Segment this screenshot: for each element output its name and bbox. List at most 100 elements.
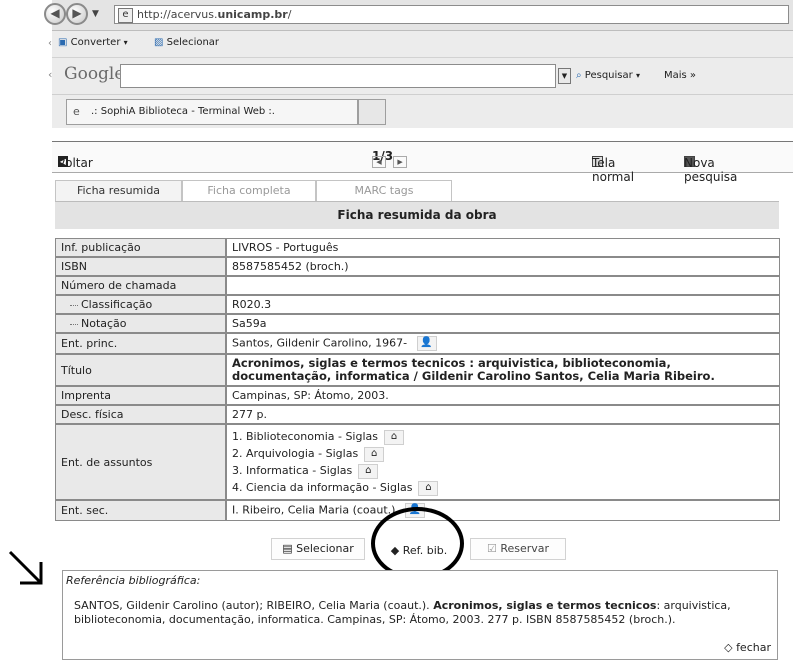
nova-pesquisa-label: Nova pesquisa (684, 156, 738, 184)
list-item: 4. Ciencia da informação - Siglas ⌂ (232, 479, 774, 496)
row-label: Ent. princ. (55, 333, 226, 354)
table-row: Classificação R020.3 (55, 295, 780, 314)
browser-chrome: ◀ ▶ ▼ e http://acervus.unicamp.br/ ‹ ▣ C… (44, 0, 793, 128)
row-label: Notação (55, 314, 226, 333)
url-host: unicamp.br (217, 8, 288, 21)
checkbox-icon: ☑ (486, 542, 497, 555)
selecionar-toolbar-label: Selecionar (166, 37, 220, 48)
chevron-down-icon: ▾ (123, 38, 128, 47)
row-value: Sa59a (226, 314, 780, 333)
browser-tab-title: .: SophiA Biblioteca - Terminal Web :. (91, 106, 275, 117)
page-toolbar: ◀ voltar ◀ 1/3 ▶ Tela normal Nova pesqui… (52, 141, 793, 184)
selecionar-button-label: Selecionar (296, 542, 354, 555)
browser-tab-row: e .: SophiA Biblioteca - Terminal Web :. (52, 95, 793, 127)
selecionar-toolbar-button[interactable]: ▨ Selecionar (154, 37, 219, 48)
row-value: 277 p. (226, 405, 780, 424)
converter-icon: ▣ (58, 37, 68, 48)
annotation-arrow-icon (8, 550, 43, 585)
tree-connector (70, 323, 78, 325)
table-row: Título Acronimos, siglas e termos tecnic… (55, 354, 780, 386)
row-label: ISBN (55, 257, 226, 276)
row-label: Imprenta (55, 386, 226, 405)
tab-ficha-completa[interactable]: Ficha completa (182, 180, 316, 202)
row-label: Número de chamada (55, 276, 226, 295)
table-row: Desc. física 277 p. (55, 405, 780, 424)
selecionar-button[interactable]: ▤ Selecionar (271, 538, 365, 560)
ent-sec-link[interactable]: I. Ribeiro, Celia Maria (coaut.) (232, 504, 395, 517)
ie-page-icon: e (73, 105, 80, 118)
table-row: Imprenta Campinas, SP: Átomo, 2003. (55, 386, 780, 405)
table-row: Ent. de assuntos 1. Biblioteconomia - Si… (55, 424, 780, 500)
subject-link[interactable]: 3. Informatica - Siglas (232, 464, 352, 477)
subject-link[interactable]: 1. Biblioteconomia - Siglas (232, 430, 378, 443)
section-title: Ficha resumida da obra (55, 201, 779, 229)
row-value: 8587585452 (broch.) (226, 257, 780, 276)
subject-link[interactable]: 2. Arquivologia - Siglas (232, 447, 358, 460)
select-icon: ▤ (282, 542, 293, 555)
subject-link[interactable]: 4. Ciencia da informação - Siglas (232, 481, 412, 494)
select-icon: ▨ (154, 37, 164, 48)
mais-button[interactable]: Mais » (664, 70, 696, 81)
row-value: R020.3 (226, 295, 780, 314)
list-item: 1. Biblioteconomia - Siglas ⌂ (232, 428, 774, 445)
row-label: Classificação (55, 295, 226, 314)
tab-ficha-resumida[interactable]: Ficha resumida (55, 180, 182, 202)
subject-search-icon[interactable]: ⌂ (384, 429, 405, 445)
back-icon[interactable]: ◀ (44, 3, 66, 25)
forward-icon[interactable]: ▶ (66, 3, 88, 25)
tree-connector (70, 304, 78, 306)
row-label: Título (55, 354, 226, 386)
reservar-label: Reservar (500, 542, 550, 555)
new-tab-button[interactable] (358, 99, 386, 125)
reference-title: Referência bibliográfica: (66, 574, 201, 587)
command-toolbar: ‹ ▣ Converter ▾ ▨ Selecionar (48, 31, 793, 58)
navigation-bar: ◀ ▶ ▼ e http://acervus.unicamp.br/ (44, 0, 793, 31)
notacao-label: Notação (81, 317, 127, 330)
person-icon[interactable]: 👤 (416, 336, 437, 351)
row-label: Ent. de assuntos (55, 424, 226, 500)
subject-search-icon[interactable]: ⌂ (364, 446, 385, 462)
table-row: Inf. publicação LIVROS - Português (55, 238, 780, 257)
row-value: Campinas, SP: Átomo, 2003. (226, 386, 780, 405)
reference-text: SANTOS, Gildenir Carolino (autor); RIBEI… (74, 599, 769, 627)
row-value: I. Ribeiro, Celia Maria (coaut.) 👤 (226, 500, 780, 521)
google-toolbar: ‹ Google ▼ ⌕ Pesquisar ▾ Mais » (48, 58, 793, 95)
page-icon: e (118, 8, 133, 23)
pesquisar-label: Pesquisar (584, 70, 633, 81)
search-dropdown-icon[interactable]: ▼ (558, 68, 571, 84)
classificacao-label: Classificação (81, 298, 153, 311)
reference-text-title: Acronimos, siglas e termos tecnicos (433, 599, 657, 612)
row-label: Inf. publicação (55, 238, 226, 257)
table-row: Ent. princ. Santos, Gildenir Carolino, 1… (55, 333, 780, 354)
tag-icon: ◇ (724, 641, 733, 654)
record-table: Inf. publicação LIVROS - Português ISBN … (55, 238, 780, 521)
row-value: LIVROS - Português (226, 238, 780, 257)
row-value (226, 276, 780, 295)
url-suffix: / (287, 8, 292, 21)
next-page-icon[interactable]: ▶ (393, 156, 408, 168)
address-bar[interactable]: e http://acervus.unicamp.br/ (114, 5, 789, 24)
row-label: Ent. sec. (55, 500, 226, 521)
google-logo: Google (64, 64, 125, 84)
reference-panel: Referência bibliográfica: SANTOS, Gilden… (62, 570, 778, 660)
row-label: Desc. física (55, 405, 226, 424)
history-dropdown-icon[interactable]: ▼ (92, 9, 99, 19)
tab-marc-tags[interactable]: MARC tags (316, 180, 452, 202)
browser-tab[interactable]: e .: SophiA Biblioteca - Terminal Web :. (66, 99, 358, 125)
pesquisar-button[interactable]: ⌕ Pesquisar ▾ (576, 70, 640, 81)
converter-button[interactable]: ▣ Converter ▾ (58, 37, 128, 48)
table-row: Notação Sa59a (55, 314, 780, 333)
google-search-input[interactable] (120, 64, 556, 88)
fechar-button[interactable]: ◇ fechar (724, 641, 771, 654)
table-row: ISBN 8587585452 (broch.) (55, 257, 780, 276)
previous-page-icon[interactable]: ◀ (372, 156, 386, 168)
row-value: 1. Biblioteconomia - Siglas ⌂ 2. Arquivol… (226, 424, 780, 500)
row-value: Santos, Gildenir Carolino, 1967- 👤 (226, 333, 780, 354)
ent-princ-link[interactable]: Santos, Gildenir Carolino, 1967- (232, 337, 407, 350)
subject-search-icon[interactable]: ⌂ (358, 463, 379, 479)
tela-normal-label: Tela normal (592, 156, 635, 184)
reservar-button[interactable]: ☑ Reservar (470, 538, 566, 560)
row-value: Acronimos, siglas e termos tecnicos : ar… (226, 354, 780, 386)
subject-search-icon[interactable]: ⌂ (418, 480, 439, 496)
search-icon: ⌕ (576, 70, 582, 81)
